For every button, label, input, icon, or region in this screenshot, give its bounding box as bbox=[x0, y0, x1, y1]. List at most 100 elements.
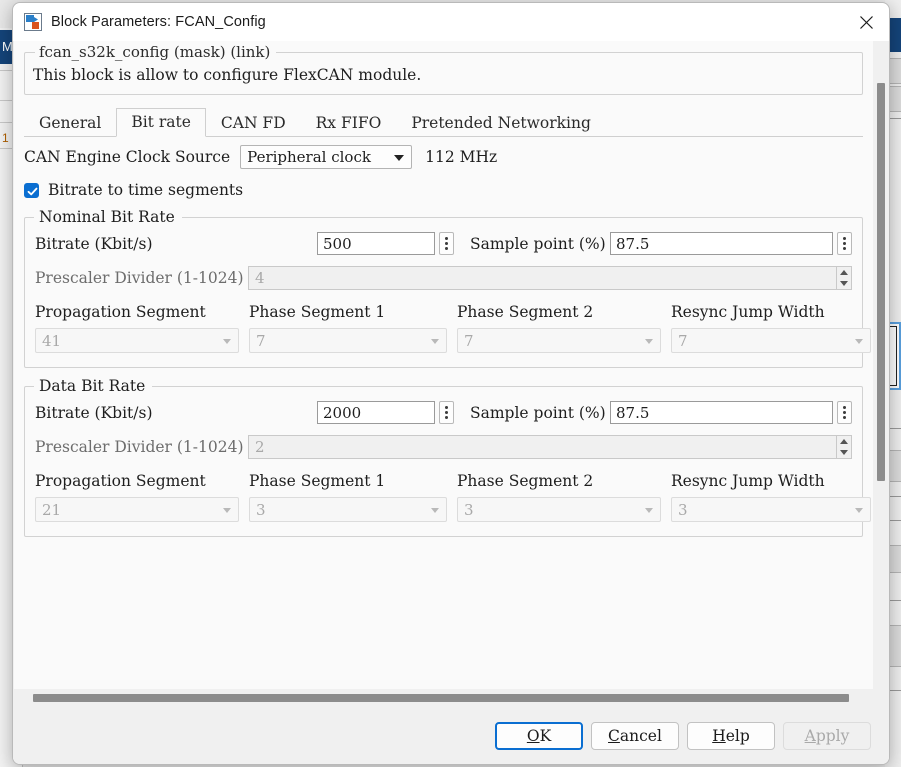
nominal-bit-rate-title: Nominal Bit Rate bbox=[34, 208, 182, 226]
data-bitrate-input[interactable]: 2000 bbox=[317, 401, 435, 424]
nominal-segment-headers: Propagation Segment Phase Segment 1 Phas… bbox=[35, 303, 852, 321]
tab-bit-rate[interactable]: Bit rate bbox=[116, 108, 206, 137]
data-propagation-segment-value: 21 bbox=[42, 500, 62, 519]
chevron-down-icon bbox=[394, 155, 405, 161]
data-prescaler-row: Prescaler Divider (1-1024) 2 bbox=[35, 435, 852, 459]
bitrate-to-time-segments-checkbox[interactable] bbox=[24, 182, 39, 198]
nominal-bitrate-label: Bitrate (Kbit/s) bbox=[35, 234, 153, 253]
ok-mnemonic: O bbox=[526, 727, 540, 745]
chevron-down-icon bbox=[223, 507, 231, 513]
dialog-button-bar: OK Cancel Help Apply bbox=[13, 708, 889, 764]
clock-source-select[interactable]: Peripheral clock bbox=[240, 145, 413, 169]
data-phase-segment-2-select[interactable]: 3 bbox=[457, 497, 661, 522]
data-bitrate-row: Bitrate (Kbit/s) 2000 Sample point (%) 8… bbox=[35, 401, 852, 424]
nominal-bitrate-input[interactable]: 500 bbox=[317, 232, 435, 255]
data-sample-point-input[interactable]: 87.5 bbox=[610, 401, 833, 424]
chevron-down-icon bbox=[645, 338, 653, 344]
vertical-scrollbar-thumb[interactable] bbox=[877, 83, 885, 481]
nominal-prescaler-label: Prescaler Divider (1-1024) bbox=[35, 269, 244, 287]
chevron-down-icon bbox=[855, 338, 863, 344]
data-resync-jump-width-label: Resync Jump Width bbox=[671, 472, 825, 490]
nominal-resync-jump-width-select[interactable]: 7 bbox=[671, 328, 871, 353]
horizontal-scrollbar-thumb[interactable] bbox=[33, 694, 849, 702]
nominal-propagation-segment-select[interactable]: 41 bbox=[35, 328, 239, 353]
data-prescaler-label: Prescaler Divider (1-1024) bbox=[35, 438, 244, 456]
clock-frequency-value: 112 MHz bbox=[425, 148, 498, 166]
nominal-prescaler-input[interactable]: 4 bbox=[248, 266, 836, 290]
nominal-bitrate-stepper[interactable] bbox=[439, 232, 454, 255]
dialog-scroll-area: fcan_s32k_config (mask) (link) This bloc… bbox=[13, 41, 889, 708]
data-prescaler-input[interactable]: 2 bbox=[248, 435, 836, 459]
nominal-phase-segment-2-select[interactable]: 7 bbox=[457, 328, 661, 353]
chevron-down-icon bbox=[431, 507, 439, 513]
nominal-phase-segment-1-label: Phase Segment 1 bbox=[249, 303, 386, 321]
nominal-resync-jump-width-value: 7 bbox=[678, 331, 688, 350]
nominal-sample-point-label: Sample point (%) bbox=[470, 234, 606, 253]
bitrate-to-time-segments-label: Bitrate to time segments bbox=[48, 181, 244, 199]
data-bitrate-label: Bitrate (Kbit/s) bbox=[35, 403, 153, 422]
help-label-rest: elp bbox=[725, 727, 750, 745]
nominal-phase-segment-2-label: Phase Segment 2 bbox=[457, 303, 594, 321]
data-prescaler-spin-buttons[interactable] bbox=[836, 435, 852, 459]
apply-mnemonic: A bbox=[804, 727, 816, 745]
nominal-prescaler-row: Prescaler Divider (1-1024) 4 bbox=[35, 266, 852, 290]
apply-button: Apply bbox=[783, 722, 871, 750]
help-button[interactable]: Help bbox=[687, 722, 775, 750]
data-sample-point-stepper[interactable] bbox=[837, 401, 852, 424]
data-phase-segment-1-label: Phase Segment 1 bbox=[249, 472, 386, 490]
cancel-mnemonic: C bbox=[608, 727, 620, 745]
check-icon bbox=[27, 187, 38, 195]
block-parameters-dialog: Block Parameters: FCAN_Config fcan_s32k_… bbox=[12, 2, 890, 765]
clock-source-label: CAN Engine Clock Source bbox=[24, 148, 231, 166]
vertical-scrollbar[interactable] bbox=[873, 41, 889, 689]
data-bitrate-stepper[interactable] bbox=[439, 401, 454, 424]
nominal-resync-jump-width-label: Resync Jump Width bbox=[671, 303, 825, 321]
background-row-number: 1 bbox=[2, 131, 9, 145]
help-mnemonic: H bbox=[712, 727, 726, 745]
nominal-prescaler-spin-buttons[interactable] bbox=[836, 266, 852, 290]
nominal-phase-segment-1-value: 7 bbox=[256, 331, 266, 350]
data-sample-point-label: Sample point (%) bbox=[470, 403, 606, 422]
data-segment-headers: Propagation Segment Phase Segment 1 Phas… bbox=[35, 472, 852, 490]
clock-source-value: Peripheral clock bbox=[247, 148, 371, 166]
nominal-phase-segment-1-select[interactable]: 7 bbox=[249, 328, 447, 353]
spin-up-icon[interactable] bbox=[840, 439, 848, 444]
cancel-label-rest: ancel bbox=[619, 727, 662, 745]
tab-can-fd[interactable]: CAN FD bbox=[206, 109, 301, 137]
dialog-body: fcan_s32k_config (mask) (link) This bloc… bbox=[13, 41, 889, 764]
nominal-sample-point-stepper[interactable] bbox=[837, 232, 852, 255]
tab-bar: General Bit rate CAN FD Rx FIFO Pretende… bbox=[24, 108, 863, 137]
mask-description-text: This block is allow to configure FlexCAN… bbox=[33, 66, 422, 84]
data-resync-jump-width-select[interactable]: 3 bbox=[671, 497, 871, 522]
dialog-title: Block Parameters: FCAN_Config bbox=[51, 14, 266, 30]
data-propagation-segment-select[interactable]: 21 bbox=[35, 497, 239, 522]
spin-up-icon[interactable] bbox=[840, 270, 848, 275]
ok-label-rest: K bbox=[539, 727, 552, 745]
data-phase-segment-1-value: 3 bbox=[256, 500, 266, 519]
close-icon[interactable] bbox=[843, 3, 889, 41]
simulink-block-icon bbox=[24, 13, 42, 31]
spin-down-icon[interactable] bbox=[840, 281, 848, 286]
tab-rx-fifo[interactable]: Rx FIFO bbox=[301, 109, 397, 137]
tab-content-bit-rate: CAN Engine Clock Source Peripheral clock… bbox=[14, 141, 873, 537]
tab-general[interactable]: General bbox=[24, 109, 116, 137]
nominal-bit-rate-group: Nominal Bit Rate Bitrate (Kbit/s) 500 Sa… bbox=[24, 208, 871, 368]
tab-pretended-networking[interactable]: Pretended Networking bbox=[396, 109, 606, 137]
cancel-button[interactable]: Cancel bbox=[591, 722, 679, 750]
data-segment-selects: 21 3 3 3 bbox=[35, 497, 871, 522]
data-propagation-segment-label: Propagation Segment bbox=[35, 472, 206, 490]
data-resync-jump-width-value: 3 bbox=[678, 500, 688, 519]
nominal-prescaler-spinner[interactable]: 4 bbox=[248, 266, 852, 290]
mask-header: fcan_s32k_config (mask) (link) bbox=[35, 43, 277, 61]
data-prescaler-spinner[interactable]: 2 bbox=[248, 435, 852, 459]
ok-button[interactable]: OK bbox=[495, 722, 583, 750]
horizontal-scrollbar[interactable] bbox=[13, 689, 873, 708]
spin-down-icon[interactable] bbox=[840, 450, 848, 455]
chevron-down-icon bbox=[855, 507, 863, 513]
data-bit-rate-group: Data Bit Rate Bitrate (Kbit/s) 2000 Samp… bbox=[24, 377, 871, 537]
bitrate-to-time-segments-row: Bitrate to time segments bbox=[24, 177, 863, 203]
data-phase-segment-1-select[interactable]: 3 bbox=[249, 497, 447, 522]
nominal-propagation-segment-label: Propagation Segment bbox=[35, 303, 206, 321]
clock-source-row: CAN Engine Clock Source Peripheral clock… bbox=[24, 141, 863, 173]
nominal-sample-point-input[interactable]: 87.5 bbox=[610, 232, 833, 255]
